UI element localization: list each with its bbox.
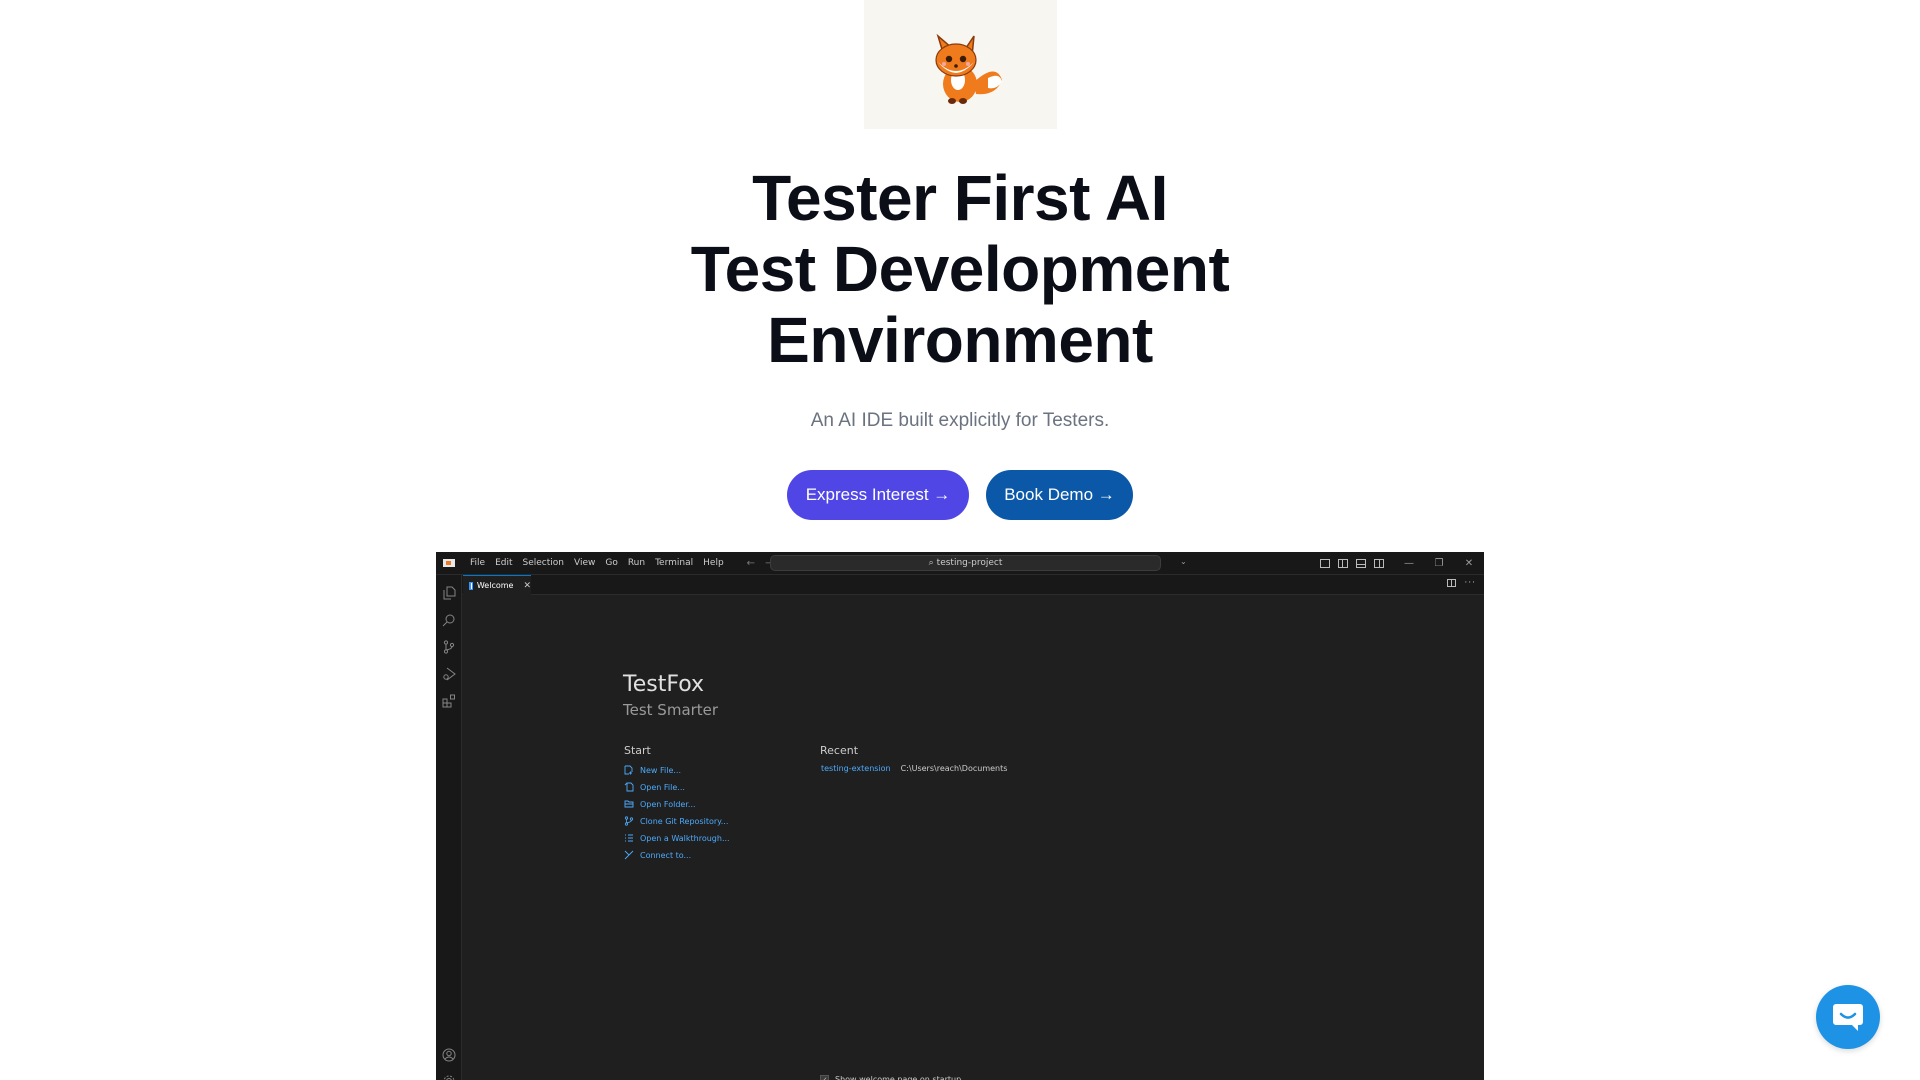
welcome-page: TestFox Test Smarter Start New File... O…: [436, 552, 1484, 1080]
start-clone-git-label: Clone Git Repository...: [640, 816, 729, 826]
start-clone-git[interactable]: Clone Git Repository...: [624, 816, 728, 826]
start-new-file-label: New File...: [640, 765, 682, 775]
recent-item-path: C:\Users\reach\Documents: [900, 764, 1008, 773]
menu-view[interactable]: View: [569, 558, 600, 568]
editor-actions: ···: [1447, 578, 1476, 588]
new-file-icon: [624, 765, 634, 775]
chat-widget-button[interactable]: [1816, 985, 1880, 1049]
menu-help[interactable]: Help: [698, 558, 729, 568]
tab-close-icon[interactable]: ✕: [523, 581, 531, 591]
start-connect[interactable]: Connect to...: [624, 850, 691, 860]
fox-mascot-image: [864, 0, 1057, 129]
hero-subtitle: An AI IDE built explicitly for Testers.: [810, 410, 1110, 431]
welcome-title: TestFox: [623, 672, 704, 697]
show-welcome-option: ✓ Show welcome page on startup: [820, 1075, 961, 1080]
menu-go[interactable]: Go: [600, 558, 622, 568]
menu-file[interactable]: File: [465, 558, 490, 568]
account-icon[interactable]: [442, 1047, 456, 1062]
menu-run[interactable]: Run: [623, 558, 650, 568]
toggle-secondary-sidebar-icon[interactable]: [1374, 559, 1384, 568]
editor-tab-bar: Welcome ✕ ···: [462, 575, 1484, 595]
welcome-subtitle: Test Smarter: [623, 701, 719, 719]
title-actions: — ❐ ✕: [1316, 552, 1484, 575]
start-open-file-label: Open File...: [640, 782, 685, 792]
chevron-down-icon[interactable]: ⌄: [1180, 557, 1187, 566]
customize-layout-icon[interactable]: [1320, 559, 1330, 568]
recent-item-link[interactable]: testing-extension: [821, 764, 891, 773]
hero-title-line-1: Tester First AI: [752, 162, 1168, 234]
folder-icon: [624, 799, 634, 809]
menu-terminal[interactable]: Terminal: [650, 558, 698, 568]
more-actions-icon[interactable]: ···: [1464, 578, 1476, 588]
ide-screenshot: TestFox Test Smarter Start New File... O…: [436, 552, 1484, 1080]
start-heading: Start: [624, 744, 651, 757]
source-control-icon[interactable]: [442, 639, 456, 654]
extensions-icon[interactable]: [442, 693, 456, 708]
start-walkthrough-label: Open a Walkthrough...: [640, 833, 730, 843]
hero-title-line-3: Environment: [767, 304, 1153, 376]
start-walkthrough[interactable]: Open a Walkthrough...: [624, 833, 730, 843]
list-icon: [624, 833, 634, 843]
start-open-file[interactable]: Open File...: [624, 782, 685, 792]
chat-bubble-icon: [1833, 1004, 1863, 1031]
remote-icon: [624, 850, 634, 860]
express-interest-button[interactable]: Express Interest →: [787, 470, 969, 520]
toggle-panel-icon[interactable]: [1356, 559, 1366, 568]
menu-edit[interactable]: Edit: [490, 558, 517, 568]
command-center-label: testing-project: [936, 558, 1003, 568]
close-window-button[interactable]: ✕: [1454, 558, 1484, 569]
show-welcome-checkbox[interactable]: ✓: [820, 1075, 829, 1080]
start-open-folder[interactable]: Open Folder...: [624, 799, 696, 809]
fox-icon: [934, 33, 1002, 104]
search-sidebar-icon[interactable]: [442, 612, 456, 627]
split-editor-icon[interactable]: [1447, 579, 1457, 587]
back-arrow-icon[interactable]: ←: [747, 558, 755, 569]
ide-titlebar: File Edit Selection View Go Run Terminal…: [436, 552, 1484, 575]
hero-title-line-2: Test Development: [690, 233, 1230, 305]
run-debug-icon[interactable]: [442, 666, 456, 681]
explorer-icon[interactable]: [442, 585, 456, 600]
open-file-icon: [624, 782, 634, 792]
settings-gear-icon[interactable]: [442, 1073, 456, 1080]
activity-bar: [436, 575, 462, 1080]
show-welcome-label: Show welcome page on startup: [835, 1075, 962, 1080]
git-branch-icon: [624, 816, 634, 826]
tab-welcome-label: Welcome: [476, 581, 514, 590]
start-connect-label: Connect to...: [640, 850, 692, 860]
toggle-sidebar-icon[interactable]: [1338, 559, 1348, 568]
restore-button[interactable]: ❐: [1424, 558, 1454, 569]
app-logo-icon: [443, 559, 455, 567]
hero-title: Tester First AI Test Development Environ…: [0, 163, 1920, 376]
command-center-search[interactable]: ⌕ testing-project: [770, 555, 1161, 571]
start-open-folder-label: Open Folder...: [640, 799, 696, 809]
recent-heading: Recent: [820, 744, 859, 757]
search-icon: ⌕: [928, 558, 934, 568]
start-new-file[interactable]: New File...: [624, 765, 681, 775]
recent-item: testing-extension C:\Users\reach\Documen…: [821, 764, 1007, 773]
book-demo-button[interactable]: Book Demo →: [986, 470, 1133, 520]
minimize-button[interactable]: —: [1394, 558, 1424, 569]
welcome-tab-icon: [469, 581, 473, 590]
tab-welcome[interactable]: Welcome ✕: [463, 575, 531, 595]
menu-selection[interactable]: Selection: [518, 558, 569, 568]
